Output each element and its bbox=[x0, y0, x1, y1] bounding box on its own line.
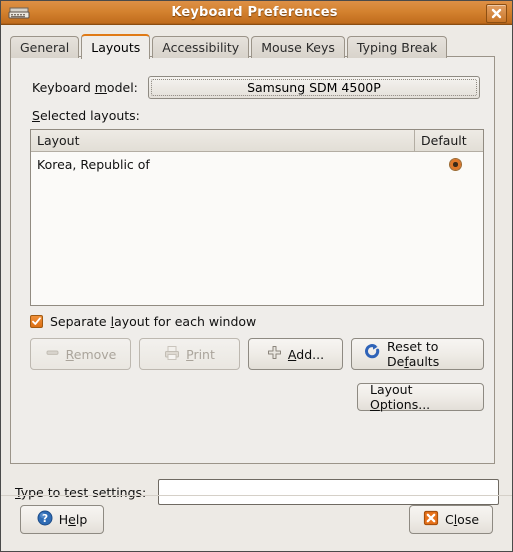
svg-text:?: ? bbox=[42, 513, 48, 525]
tab-bar: General Layouts Accessibility Mouse Keys… bbox=[10, 34, 503, 59]
label-part: H bbox=[58, 512, 69, 527]
window-close-button[interactable] bbox=[486, 4, 507, 23]
print-button: Print bbox=[139, 338, 240, 370]
title-bar: Keyboard Preferences bbox=[1, 1, 512, 25]
label-part: ayout for each window bbox=[114, 314, 257, 329]
label-mnemonic: S bbox=[32, 108, 40, 123]
window-content: General Layouts Accessibility Mouse Keys… bbox=[1, 25, 512, 551]
tab-layouts[interactable]: Layouts bbox=[81, 34, 151, 59]
keyboard-model-value: Samsung SDM 4500P bbox=[247, 79, 381, 95]
tab-label: Typing Break bbox=[356, 40, 438, 55]
column-header-default[interactable]: Default bbox=[414, 130, 483, 151]
plus-icon bbox=[267, 345, 282, 363]
tab-general[interactable]: General bbox=[10, 36, 80, 58]
close-button[interactable]: Close bbox=[409, 505, 493, 534]
label-part: dd... bbox=[296, 346, 325, 362]
keyboard-model-label: Keyboard model: bbox=[32, 80, 138, 95]
help-button-label: Help bbox=[59, 512, 88, 527]
print-button-label: Print bbox=[186, 347, 215, 362]
keyboard-icon bbox=[8, 5, 30, 20]
add-button-label: Add... bbox=[288, 347, 324, 362]
label-mnemonic: e bbox=[68, 512, 76, 527]
reset-button-label: Reset to Defaults bbox=[387, 339, 471, 369]
label-mnemonic: O bbox=[370, 397, 380, 412]
layouts-panel: Keyboard model: Samsung SDM 4500P Select… bbox=[10, 56, 495, 464]
table-row[interactable]: Korea, Republic of bbox=[31, 152, 483, 176]
check-icon bbox=[32, 317, 41, 325]
tab-label: General bbox=[20, 40, 70, 55]
label-part: elected layouts: bbox=[39, 108, 140, 123]
keyboard-model-row: Keyboard model: Samsung SDM 4500P bbox=[32, 75, 480, 99]
label-part: ptions... bbox=[379, 397, 431, 412]
help-button[interactable]: ? Help bbox=[20, 505, 104, 534]
layout-options-button[interactable]: Layout Options... bbox=[357, 382, 484, 412]
minus-icon bbox=[45, 345, 60, 363]
label-part: odel: bbox=[106, 79, 138, 95]
printer-icon bbox=[164, 345, 180, 364]
refresh-icon bbox=[364, 344, 381, 364]
reset-to-defaults-button[interactable]: Reset to Defaults bbox=[351, 338, 484, 370]
cell-layout-name: Korea, Republic of bbox=[37, 156, 150, 172]
cell-default[interactable] bbox=[427, 158, 483, 170]
list-header: Layout Default bbox=[31, 130, 483, 152]
tab-mouse-keys[interactable]: Mouse Keys bbox=[251, 36, 345, 58]
label-mnemonic: m bbox=[94, 79, 107, 95]
layout-action-buttons: Remove Print Add... Reset to Defaults bbox=[30, 338, 484, 370]
layout-options-label: Layout Options... bbox=[370, 382, 471, 412]
tab-accessibility[interactable]: Accessibility bbox=[152, 36, 250, 58]
label-part: lp bbox=[75, 512, 88, 527]
tab-label: Layouts bbox=[91, 40, 141, 55]
label-part: emove bbox=[73, 346, 117, 362]
remove-button: Remove bbox=[30, 338, 131, 370]
window-title: Keyboard Preferences bbox=[171, 5, 338, 20]
keyboard-preferences-window: Keyboard Preferences General Layouts Acc… bbox=[0, 0, 513, 552]
separate-layout-checkbox[interactable] bbox=[30, 315, 43, 328]
close-icon bbox=[491, 8, 502, 19]
keyboard-model-button[interactable]: Samsung SDM 4500P bbox=[147, 75, 480, 99]
separate-layout-checkbox-row[interactable]: Separate layout for each window bbox=[30, 314, 256, 329]
selected-layouts-label: Selected layouts: bbox=[32, 108, 140, 123]
label-part: ose bbox=[457, 512, 480, 527]
column-header-layout[interactable]: Layout bbox=[31, 130, 414, 151]
tab-label: Accessibility bbox=[162, 40, 240, 55]
help-icon: ? bbox=[37, 510, 53, 529]
default-radio-icon[interactable] bbox=[449, 158, 461, 170]
dialog-footer: ? Help Close bbox=[1, 495, 512, 551]
close-x-icon bbox=[423, 510, 439, 529]
label-part: C bbox=[444, 512, 454, 527]
layout-options-row: Layout Options... bbox=[357, 382, 484, 412]
label-part: Layout bbox=[370, 382, 413, 397]
label-part: Separate bbox=[50, 314, 111, 329]
label-mnemonic: R bbox=[65, 346, 74, 362]
label-mnemonic: A bbox=[287, 346, 297, 362]
separate-layout-label: Separate layout for each window bbox=[50, 314, 256, 329]
close-button-label: Close bbox=[445, 512, 479, 527]
tab-label: Mouse Keys bbox=[261, 40, 335, 55]
add-button[interactable]: Add... bbox=[248, 338, 343, 370]
label-part: rint bbox=[193, 346, 215, 362]
label-part: Keyboard bbox=[32, 79, 95, 95]
tab-typing-break[interactable]: Typing Break bbox=[346, 36, 448, 58]
remove-button-label: Remove bbox=[66, 347, 117, 362]
selected-layouts-list[interactable]: Layout Default Korea, Republic of bbox=[30, 129, 484, 306]
label-part: aults bbox=[408, 354, 440, 369]
